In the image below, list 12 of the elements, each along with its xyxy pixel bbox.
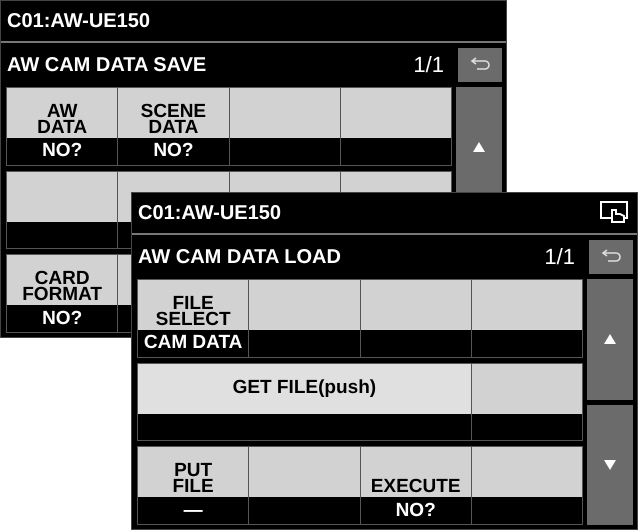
status-field: NO? bbox=[7, 138, 118, 165]
screen-heading: AW CAM DATA LOAD bbox=[138, 246, 341, 268]
screen-title: C01:AW-UE150 bbox=[138, 202, 281, 224]
page-indicator: 1/1 bbox=[413, 52, 444, 78]
status-field: NO? bbox=[7, 305, 118, 332]
status-field: NO? bbox=[360, 497, 471, 524]
status-field: CAM DATA bbox=[138, 330, 248, 357]
screen-title: C01:AW-UE150 bbox=[7, 10, 150, 32]
page-indicator: 1/1 bbox=[544, 244, 575, 270]
status-field: NO? bbox=[118, 138, 228, 165]
status-field: — bbox=[138, 497, 248, 524]
screen-heading: AW CAM DATA SAVE bbox=[7, 54, 206, 76]
